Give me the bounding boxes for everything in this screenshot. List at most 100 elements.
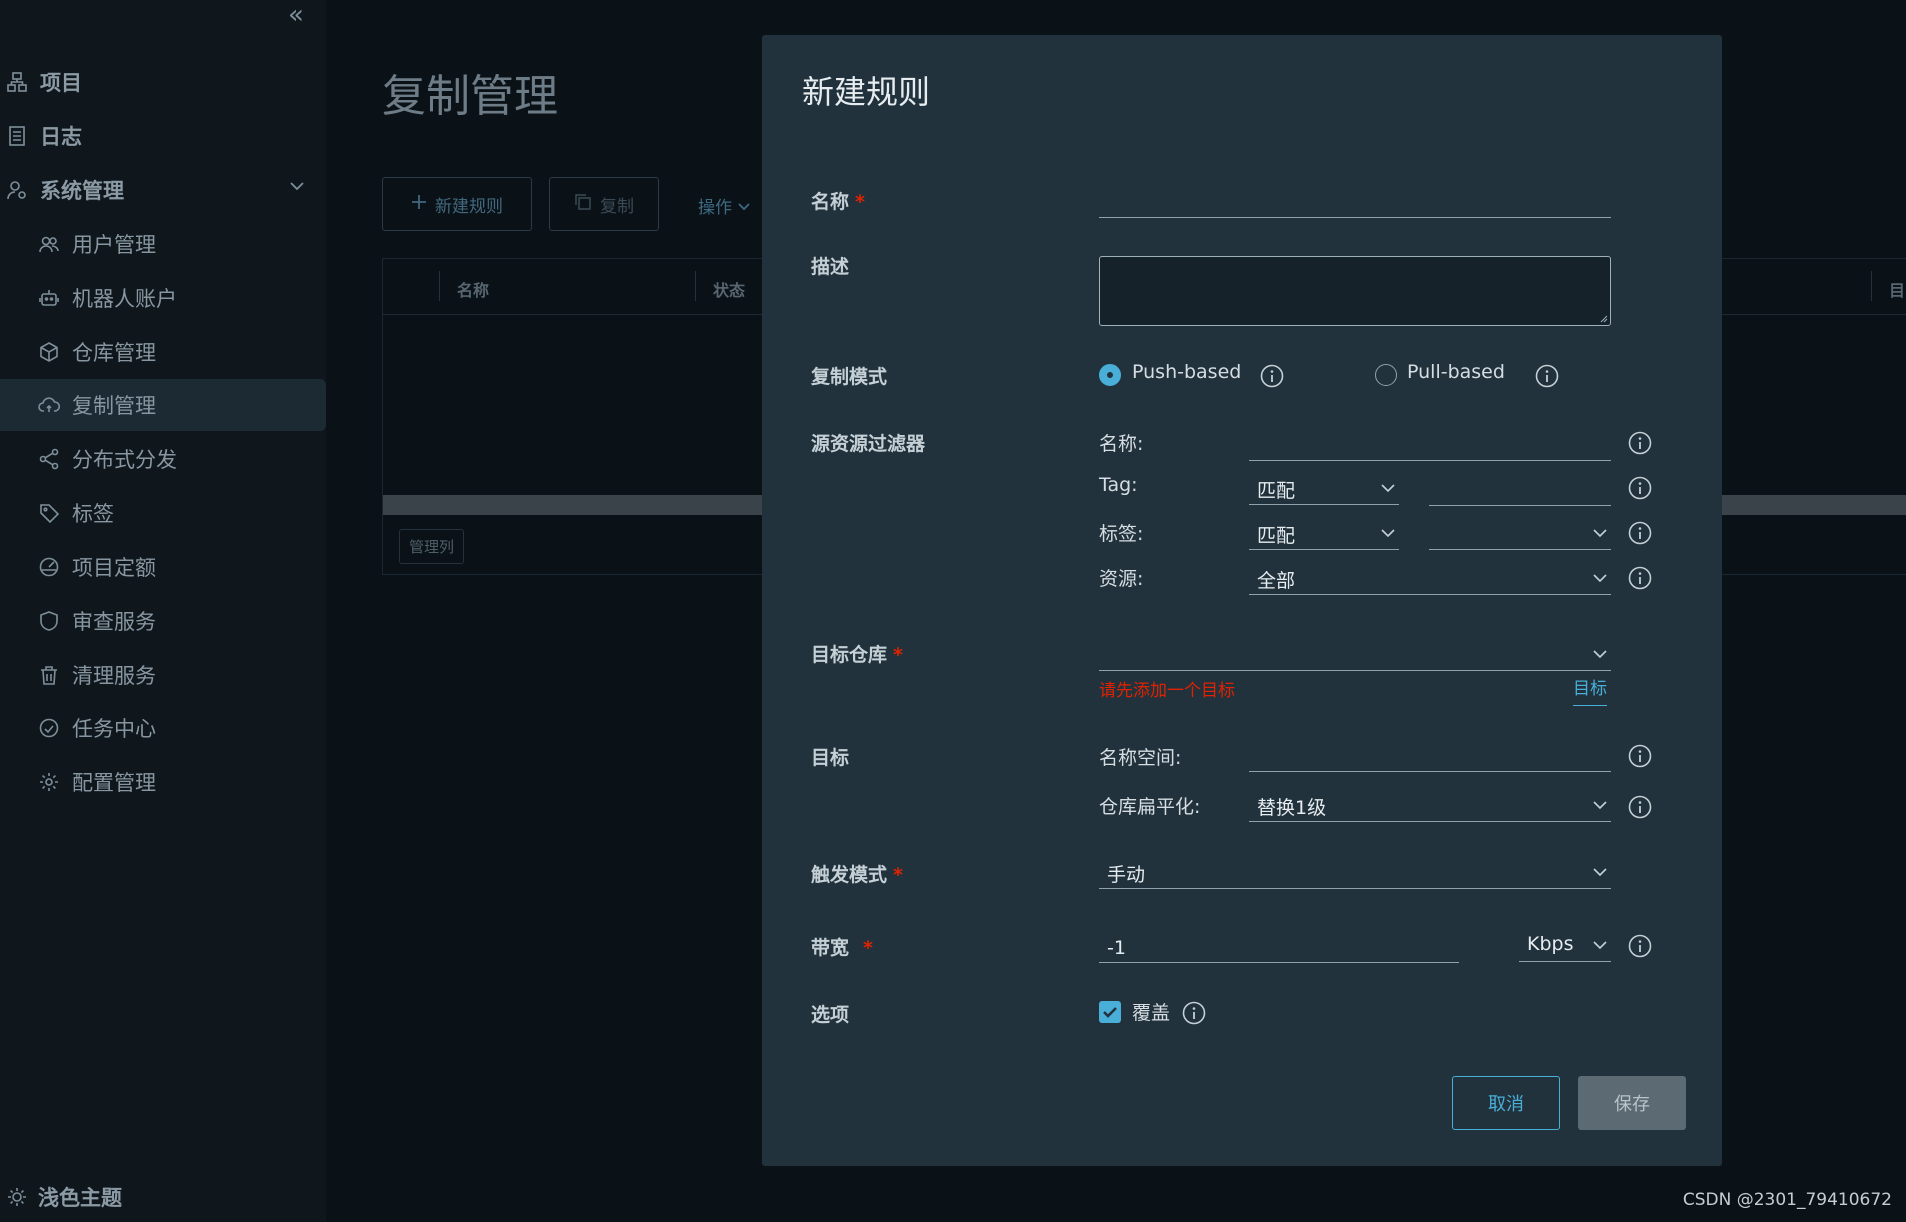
- override-checkbox[interactable]: [1099, 1001, 1121, 1023]
- override-label[interactable]: 覆盖: [1132, 998, 1170, 1025]
- sidebar-item-replication[interactable]: 复制管理: [0, 379, 326, 431]
- admin-icon: [4, 177, 30, 203]
- pull-based-radio[interactable]: [1375, 364, 1397, 386]
- chevron-down-icon: [288, 176, 306, 200]
- column-header-name[interactable]: 名称: [457, 277, 489, 301]
- flatten-value: 替换1级: [1257, 797, 1327, 819]
- new-rule-button[interactable]: 新建规则: [382, 177, 532, 231]
- page-title: 复制管理: [382, 71, 558, 122]
- info-icon[interactable]: [1260, 364, 1284, 388]
- actions-label: 操作: [698, 198, 732, 218]
- info-icon[interactable]: [1628, 566, 1652, 590]
- dest-registry-select[interactable]: [1099, 641, 1611, 671]
- sidebar-item-cleanup[interactable]: 清理服务: [0, 649, 326, 701]
- copy-label: 复制: [600, 196, 634, 217]
- sidebar-item-config[interactable]: 配置管理: [0, 756, 326, 808]
- info-icon[interactable]: [1628, 795, 1652, 819]
- sidebar-item-label: 项目定额: [72, 556, 156, 580]
- info-icon[interactable]: [1628, 521, 1652, 545]
- bandwidth-unit-select[interactable]: Kbps: [1519, 932, 1611, 962]
- trigger-mode-value: 手动: [1107, 864, 1146, 886]
- add-target-link[interactable]: 目标: [1573, 674, 1607, 706]
- filter-tag-input[interactable]: [1429, 476, 1611, 506]
- trash-icon: [36, 662, 62, 688]
- chevron-down-icon: [1593, 868, 1607, 877]
- chevron-down-icon: [1593, 529, 1607, 538]
- name-label: 名称 *: [811, 191, 865, 213]
- sidebar-item-distribution[interactable]: 分布式分发: [0, 433, 326, 485]
- sun-icon: [4, 1184, 30, 1210]
- sidebar-item-admin[interactable]: 系统管理: [0, 164, 326, 216]
- flatten-select[interactable]: 替换1级: [1249, 792, 1611, 822]
- sidebar-item-labels[interactable]: 标签: [0, 487, 326, 539]
- check-icon: [1103, 1007, 1117, 1018]
- resize-grip-icon[interactable]: [1600, 315, 1608, 323]
- namespace-label: 名称空间:: [1099, 747, 1182, 769]
- cloud-sync-icon: [36, 392, 62, 418]
- column-header-status[interactable]: 状态: [713, 277, 745, 301]
- filter-name-input[interactable]: [1249, 431, 1611, 461]
- sidebar-item-label: 清理服务: [72, 664, 156, 688]
- filter-label-match-select[interactable]: 匹配: [1249, 520, 1399, 550]
- filter-tag-match-value: 匹配: [1257, 480, 1296, 502]
- sidebar-item-label: 配置管理: [72, 771, 156, 795]
- new-rule-label: 新建规则: [435, 196, 503, 217]
- sidebar-item-quotas[interactable]: 项目定额: [0, 541, 326, 593]
- chevron-down-icon: [1593, 650, 1607, 659]
- dashboard-icon: [36, 715, 62, 741]
- theme-toggle[interactable]: 浅色主题: [4, 1182, 122, 1212]
- replication-mode-label: 复制模式: [811, 366, 888, 388]
- save-button[interactable]: 保存: [1578, 1076, 1686, 1130]
- manage-columns-button[interactable]: 管理列: [399, 529, 465, 564]
- copy-icon: [574, 193, 592, 216]
- sidebar-item-label: 分布式分发: [72, 448, 177, 472]
- trigger-mode-label: 触发模式 *: [811, 864, 903, 886]
- filter-tag-match-select[interactable]: 匹配: [1249, 475, 1399, 505]
- copy-button[interactable]: 复制: [549, 177, 659, 231]
- info-icon[interactable]: [1628, 476, 1652, 500]
- chevron-down-icon: [737, 198, 751, 218]
- options-label: 选项: [811, 1004, 850, 1026]
- trigger-mode-select[interactable]: 手动: [1099, 859, 1611, 889]
- share-icon: [36, 446, 62, 472]
- push-based-radio[interactable]: [1099, 364, 1121, 386]
- sidebar-item-label: 系统管理: [40, 179, 124, 203]
- sidebar-item-logs[interactable]: 日志: [0, 110, 326, 162]
- bandwidth-label: 带宽 *: [811, 937, 873, 959]
- push-based-label[interactable]: Push-based: [1132, 361, 1241, 383]
- sidebar-item-projects[interactable]: 项目: [0, 56, 326, 108]
- description-textarea[interactable]: [1099, 256, 1611, 326]
- info-icon[interactable]: [1182, 1001, 1206, 1025]
- cancel-button[interactable]: 取消: [1452, 1076, 1560, 1130]
- namespace-input[interactable]: [1249, 742, 1611, 772]
- sidebar-item-interrogation[interactable]: 审查服务: [0, 595, 326, 647]
- info-icon[interactable]: [1628, 744, 1652, 768]
- watermark: CSDN @2301_79410672: [1682, 1190, 1892, 1210]
- sidebar-item-jobs[interactable]: 任务中心: [0, 702, 326, 754]
- info-icon[interactable]: [1628, 934, 1652, 958]
- sidebar: « 项目 日志 系统管理 用户管理 机器人账户 仓库管理 复制管理 分布式分发 …: [0, 0, 326, 1222]
- name-input[interactable]: [1099, 188, 1611, 218]
- quota-icon: [36, 554, 62, 580]
- info-icon[interactable]: [1628, 431, 1652, 455]
- actions-dropdown[interactable]: 操作: [698, 193, 751, 218]
- pull-based-label[interactable]: Pull-based: [1407, 361, 1505, 383]
- sidebar-item-label: 任务中心: [72, 717, 156, 741]
- info-icon[interactable]: [1535, 364, 1559, 388]
- sidebar-item-label: 日志: [40, 125, 82, 149]
- column-header-dest[interactable]: 目: [1889, 277, 1905, 301]
- filter-resource-value: 全部: [1257, 570, 1296, 592]
- users-icon: [36, 231, 62, 257]
- sidebar-item-robots[interactable]: 机器人账户: [0, 272, 326, 324]
- flatten-label: 仓库扁平化:: [1099, 796, 1201, 818]
- filter-label-value-select[interactable]: [1429, 520, 1611, 550]
- filter-resource-select[interactable]: 全部: [1249, 565, 1611, 595]
- collapse-sidebar-icon[interactable]: «: [288, 0, 304, 30]
- shield-icon: [36, 608, 62, 634]
- sidebar-item-users[interactable]: 用户管理: [0, 218, 326, 270]
- source-filter-label: 源资源过滤器: [811, 433, 926, 455]
- sidebar-item-label: 项目: [40, 71, 82, 95]
- sidebar-item-registries[interactable]: 仓库管理: [0, 326, 326, 378]
- bandwidth-input[interactable]: [1099, 933, 1459, 963]
- filter-label-match-value: 匹配: [1257, 525, 1296, 547]
